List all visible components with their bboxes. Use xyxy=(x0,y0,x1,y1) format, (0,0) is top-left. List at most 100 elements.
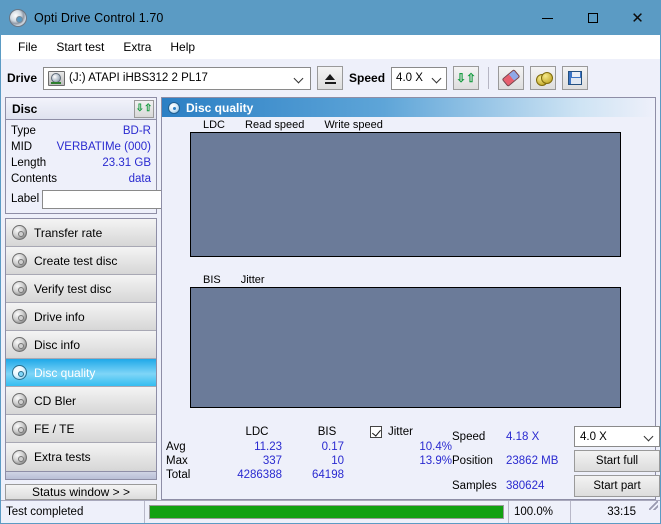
page-title: Disc quality xyxy=(186,100,254,115)
x-axis-bottom xyxy=(190,408,621,423)
chevron-down-icon xyxy=(645,432,654,441)
legend-item-read-speed: Read speed xyxy=(234,119,304,131)
tools-button[interactable] xyxy=(530,66,557,90)
sidebar-item-cd-bler[interactable]: CD Bler xyxy=(6,387,156,415)
plot-wrap-top xyxy=(162,132,655,257)
refresh-button[interactable]: ⇩⇧ xyxy=(453,66,480,90)
disc-label-row: Label xyxy=(11,189,244,209)
minimize-button[interactable] xyxy=(525,1,570,35)
stats-total-bis: 64198 xyxy=(312,469,344,481)
legend-bottom: BIS Jitter xyxy=(162,272,655,287)
progress-fill xyxy=(150,506,503,518)
status-window-button[interactable]: Status window > > xyxy=(5,484,157,500)
readout-value: 4.18 X xyxy=(506,431,540,444)
sidebar-item-extra-tests[interactable]: Extra tests xyxy=(6,443,156,471)
start-part-button[interactable]: Start part xyxy=(574,475,660,497)
stats-avg-jitter: 10.4% xyxy=(419,441,452,453)
legend-item-write-speed: Write speed xyxy=(313,119,383,131)
disc-row-mid: MID VERBATIMe (000) xyxy=(11,139,151,155)
stats-total-ldc: 4286388 xyxy=(237,469,282,481)
eraser-icon xyxy=(501,69,521,87)
disc-icon xyxy=(12,225,27,240)
stats-row-label-avg: Avg xyxy=(166,441,186,453)
readout-speed: Speed 4.18 X xyxy=(452,426,568,448)
refresh-icon: ⇩⇧ xyxy=(455,71,477,85)
eject-button[interactable] xyxy=(317,66,344,90)
disc-icon xyxy=(12,393,27,408)
disc-refresh-button[interactable]: ⇩⇧ xyxy=(134,99,154,118)
sidebar-item-drive-info[interactable]: Drive info xyxy=(6,303,156,331)
save-button[interactable] xyxy=(562,66,589,90)
sidebar-item-transfer-rate[interactable]: Transfer rate xyxy=(6,219,156,247)
y-axis-left-bottom xyxy=(162,287,190,408)
y-axis-right-bottom xyxy=(621,287,655,408)
test-speed-select[interactable]: 4.0 X xyxy=(574,426,660,447)
disc-quality-icon xyxy=(168,101,180,114)
sidebar-item-fe-te[interactable]: FE / TE xyxy=(6,415,156,443)
legend-item-jitter: Jitter xyxy=(230,274,265,286)
main-panel-header: Disc quality xyxy=(162,98,655,117)
sidebar-item-disc-info[interactable]: Disc info xyxy=(6,331,156,359)
chevron-down-icon xyxy=(433,74,442,83)
legend-label: BIS xyxy=(203,273,221,286)
stats-avg-bis: 0.17 xyxy=(321,441,344,453)
close-button[interactable]: ✕ xyxy=(615,1,660,35)
disc-icon xyxy=(12,449,27,465)
sidebar-item-verify-test-disc[interactable]: Verify test disc xyxy=(6,275,156,303)
disc-key: MID xyxy=(11,140,33,153)
plot-area-bottom[interactable] xyxy=(190,287,621,408)
app-window: Opti Drive Control 1.70 ✕ File Start tes… xyxy=(0,0,661,524)
plot-area-top[interactable] xyxy=(190,132,621,257)
disc-row-contents: Contents data xyxy=(11,171,151,187)
sidebar-item-label: Create test disc xyxy=(34,253,118,268)
chevron-down-icon xyxy=(295,74,304,83)
speed-select[interactable]: 4.0 X xyxy=(391,66,448,90)
menu-extra[interactable]: Extra xyxy=(114,38,160,56)
maximize-icon xyxy=(587,13,598,23)
disc-panel-title: Disc xyxy=(12,101,38,116)
eject-icon xyxy=(325,74,336,80)
readout-samples: Samples 380624 xyxy=(452,475,568,497)
menu-start-test[interactable]: Start test xyxy=(47,38,113,56)
chart-quality-top: LDC Read speed Write speed xyxy=(162,117,655,272)
speed-label: Speed xyxy=(349,71,386,85)
x-axis-top xyxy=(190,257,621,272)
start-full-button[interactable]: Start full xyxy=(574,450,660,472)
jitter-checkbox[interactable] xyxy=(370,426,382,438)
drive-select[interactable]: (J:) ATAPI iHBS312 2 PL17 xyxy=(43,66,312,90)
progress-bar xyxy=(149,505,504,519)
sidebar-item-create-test-disc[interactable]: Create test disc xyxy=(6,247,156,275)
progress-cell xyxy=(145,501,508,523)
sidebar-item-label: FE / TE xyxy=(34,421,75,436)
speed-select-value: 4.0 X xyxy=(396,72,423,84)
stats-corner xyxy=(166,426,218,439)
menu-file[interactable]: File xyxy=(9,38,46,56)
body: Disc ⇩⇧ Type BD-R MID VERBATIMe (000) Le… xyxy=(1,97,660,500)
disc-icon xyxy=(12,309,27,324)
drive-select-value: (J:) ATAPI iHBS312 2 PL17 xyxy=(69,72,208,84)
drive-toolbar: Drive (J:) ATAPI iHBS312 2 PL17 Speed 4.… xyxy=(1,59,660,97)
stats-total-jitter xyxy=(382,469,452,481)
drive-label: Drive xyxy=(7,71,38,85)
erase-button[interactable] xyxy=(498,66,525,90)
legend-label: Read speed xyxy=(245,118,305,131)
stats-row-label-total: Total xyxy=(166,469,191,481)
stats-controls: 4.0 X Start full Start part xyxy=(574,426,660,497)
sidebar-item-disc-quality[interactable]: Disc quality xyxy=(6,359,156,387)
disc-info-rows: Type BD-R MID VERBATIMe (000) Length 23.… xyxy=(6,120,244,213)
sidebar: Disc ⇩⇧ Type BD-R MID VERBATIMe (000) Le… xyxy=(5,97,244,500)
sidebar-item-label: Disc info xyxy=(34,337,81,352)
legend-swatch xyxy=(234,121,242,129)
maximize-button[interactable] xyxy=(570,1,615,35)
stats-max-ldc: 337 xyxy=(262,455,282,467)
app-disc-icon xyxy=(9,9,27,27)
disc-value: BD-R xyxy=(122,124,151,137)
progress-percent: 100.0% xyxy=(508,501,570,523)
title-bar: Opti Drive Control 1.70 ✕ xyxy=(1,1,660,35)
disc-row-type: Type BD-R xyxy=(11,123,151,139)
window-title: Opti Drive Control 1.70 xyxy=(34,11,164,25)
stats-grid: LDC BIS Jitter Avg 11.23 0.17 10.4% Max … xyxy=(166,426,452,481)
disc-icon xyxy=(12,365,27,380)
jitter-checkbox-cell xyxy=(358,426,382,439)
menu-help[interactable]: Help xyxy=(161,38,204,56)
